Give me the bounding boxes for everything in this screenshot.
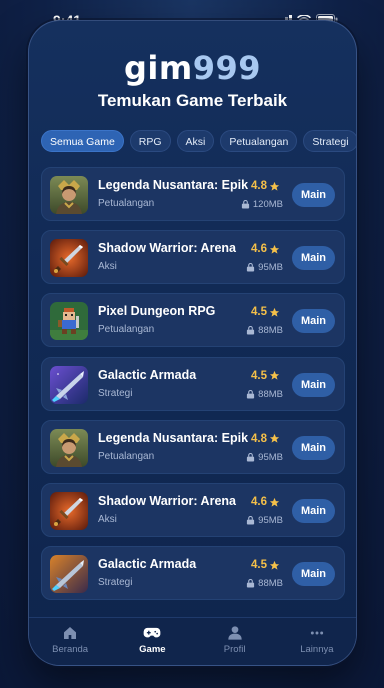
filter-chip-rpg[interactable]: RPG — [129, 130, 171, 152]
game-thumbnail — [50, 428, 88, 467]
page-title: Temukan Game Terbaik — [97, 91, 288, 110]
play-button[interactable]: Main — [292, 435, 335, 460]
game-rating: 4.6 — [251, 243, 280, 255]
game-size: 120MB — [241, 199, 283, 210]
game-rating: 4.8 — [251, 433, 280, 445]
game-title: Galactic Armada — [98, 367, 197, 382]
game-genre: Petualangan — [98, 324, 155, 336]
download-icon — [247, 452, 255, 462]
star-icon — [269, 497, 280, 507]
star-icon — [269, 560, 280, 570]
tab-label: Beranda — [52, 644, 89, 655]
game-title: Legenda Nusantara: Epik — [98, 430, 249, 445]
star-icon — [269, 434, 280, 443]
play-button[interactable]: Main — [292, 309, 335, 334]
game-size: 95MB — [246, 262, 283, 273]
download-icon — [247, 326, 255, 335]
game-thumbnail — [50, 555, 88, 594]
bottom-tab-bar: Beranda Game Profil Lainnya — [29, 617, 356, 665]
more-icon — [276, 625, 356, 641]
play-button[interactable]: Main — [292, 499, 335, 523]
filter-chip-petualangan[interactable]: Petualangan — [220, 130, 298, 152]
app-frame: gim999 Temukan Game Terbaik Semua Game RP… — [28, 20, 357, 666]
game-rating: 4.5 — [251, 306, 280, 318]
download-icon — [247, 263, 255, 272]
game-thumbnail — [50, 239, 88, 278]
filter-chip-strategi[interactable]: Strategi — [303, 130, 356, 152]
play-button[interactable]: Main — [292, 183, 335, 207]
star-icon — [269, 181, 280, 191]
tab-game[interactable]: Game — [111, 618, 193, 665]
game-size: 88MB — [246, 325, 283, 336]
download-icon — [241, 200, 249, 209]
user-icon — [194, 625, 276, 641]
tab-beranda[interactable]: Beranda — [29, 618, 111, 665]
star-icon — [269, 371, 280, 380]
game-card[interactable]: Shadow Warrior: Arena Aksi 4.6 95MB Main — [41, 483, 345, 537]
game-card[interactable]: Legenda Nusantara: Epik Petualangan 4.8 120… — [41, 167, 345, 221]
play-button[interactable]: Main — [292, 246, 335, 271]
tab-label: Profil — [223, 644, 246, 655]
tab-label: Game — [139, 644, 166, 655]
game-rating: 4.6 — [251, 496, 280, 508]
download-icon — [247, 516, 255, 525]
filter-chip-aksi[interactable]: Aksi — [176, 130, 215, 152]
game-size: 95MB — [246, 515, 283, 526]
game-rating: 4.8 — [251, 180, 280, 192]
game-title: Galactic Armada — [98, 557, 197, 572]
game-card[interactable]: Galactic Armada Strategi 4.5 88MB Main — [41, 356, 345, 411]
tab-lainnya[interactable]: Lainnya — [276, 618, 356, 665]
game-thumbnail — [50, 302, 88, 341]
download-icon — [247, 579, 255, 588]
gamepad-icon — [111, 625, 193, 641]
filter-chips: Semua GameRPGAksiPetualanganStrategiKasu… — [41, 130, 356, 152]
app-logo: gim999 — [123, 49, 261, 87]
play-button[interactable]: Main — [292, 372, 335, 397]
game-genre: Petualangan — [98, 198, 155, 209]
home-icon — [29, 625, 111, 641]
download-icon — [247, 389, 255, 399]
game-rating: 4.5 — [251, 559, 280, 571]
game-genre: Aksi — [98, 261, 117, 273]
game-card[interactable]: Shadow Warrior: Arena Aksi 4.6 95MB Main — [41, 230, 345, 285]
filter-chip-semua-game[interactable]: Semua Game — [41, 130, 124, 152]
game-size: 88MB — [246, 578, 283, 589]
game-title: Pixel Dungeon RPG — [98, 304, 216, 319]
game-thumbnail — [50, 365, 88, 404]
play-button[interactable]: Main — [292, 562, 335, 587]
star-icon — [269, 307, 280, 317]
game-genre: Aksi — [98, 514, 117, 525]
game-title: Shadow Warrior: Arena — [98, 241, 236, 256]
game-thumbnail — [50, 176, 88, 214]
game-title: Legenda Nusantara: Epik — [98, 178, 249, 192]
game-thumbnail — [50, 492, 88, 530]
game-rating: 4.5 — [251, 370, 280, 382]
game-genre: Petualangan — [98, 450, 155, 462]
star-icon — [269, 244, 280, 254]
game-card[interactable]: Legenda Nusantara: Epik Petualangan 4.8 95M… — [41, 419, 345, 474]
game-size: 88MB — [246, 389, 283, 400]
game-genre: Strategi — [98, 387, 133, 399]
game-genre: Strategi — [98, 577, 133, 589]
game-size: 95MB — [246, 452, 283, 463]
game-card[interactable]: Galactic Armada Strategi 4.5 88MB Main — [41, 546, 345, 601]
tab-profil[interactable]: Profil — [194, 618, 276, 665]
game-card[interactable]: Pixel Dungeon RPG Petualangan 4.5 88MB Main — [41, 293, 345, 348]
tab-label: Lainnya — [300, 644, 334, 655]
game-title: Shadow Warrior: Arena — [98, 494, 236, 508]
